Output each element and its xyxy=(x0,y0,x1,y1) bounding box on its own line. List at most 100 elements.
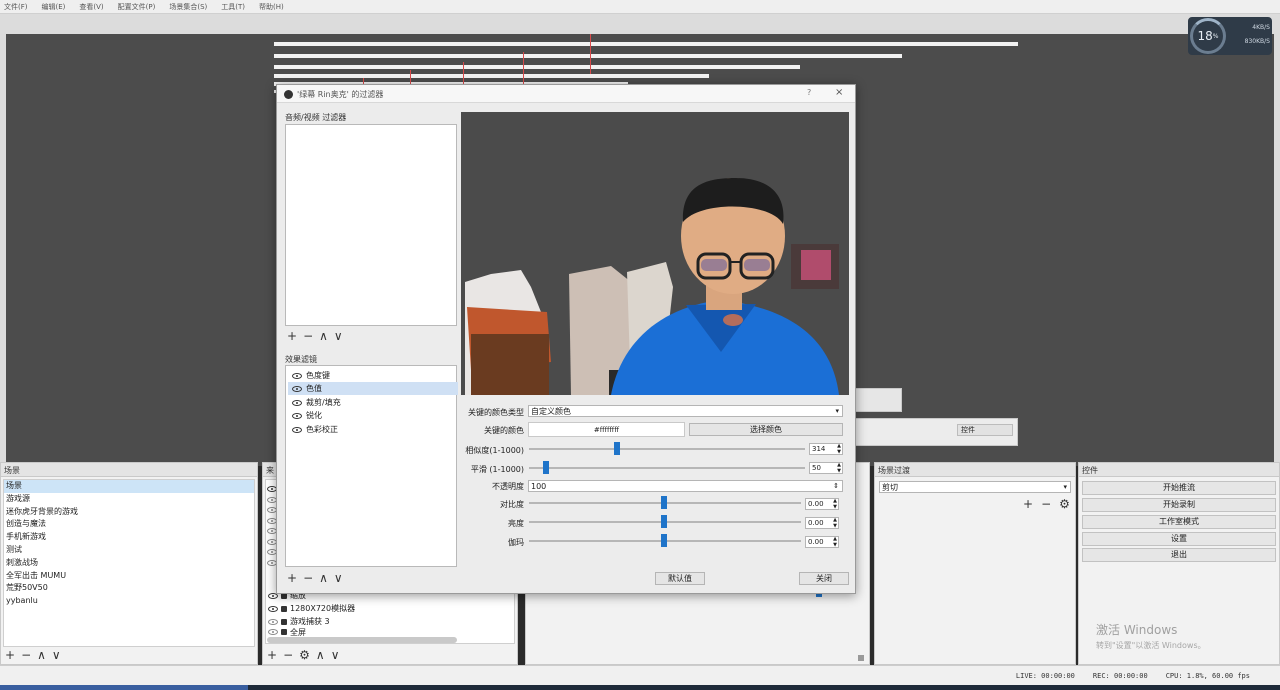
filter-item[interactable]: 裁剪/填充 xyxy=(288,396,458,409)
visibility-eye-icon[interactable] xyxy=(292,385,302,392)
menu-profile[interactable]: 配置文件(P) xyxy=(118,2,156,12)
smoothness-slider-track[interactable] xyxy=(529,467,805,469)
similarity-value: 314 xyxy=(812,445,826,453)
similarity-spinbox[interactable]: 314 ▲ ▼ xyxy=(809,443,843,455)
filter-item[interactable]: 色彩校正 xyxy=(288,423,458,436)
horizontal-scrollbar[interactable] xyxy=(267,637,457,643)
menu-edit[interactable]: 编辑(E) xyxy=(42,2,66,12)
visibility-eye-icon[interactable] xyxy=(292,426,302,433)
filter-item[interactable]: 锐化 xyxy=(288,409,458,422)
scene-item[interactable]: 手机新游戏 xyxy=(4,531,254,544)
settings-button[interactable]: 设置 xyxy=(1082,532,1276,546)
scene-item[interactable]: yybanlu xyxy=(4,595,254,608)
transition-select[interactable]: 剪切 ▾ xyxy=(879,481,1071,493)
brightness-slider-thumb[interactable] xyxy=(661,515,667,528)
close-button[interactable]: 关闭 xyxy=(799,572,849,585)
visibility-eye-icon[interactable] xyxy=(292,399,302,406)
visibility-eye-icon[interactable] xyxy=(268,629,278,635)
scene-item[interactable]: 全军出击 MUMU xyxy=(4,570,254,583)
filter-item[interactable]: 色度键 xyxy=(288,369,458,382)
visibility-eye-icon[interactable] xyxy=(292,412,302,419)
opacity-spinbox[interactable]: 100 ⇕ xyxy=(528,480,843,492)
select-color-button[interactable]: 选择颜色 xyxy=(689,423,843,436)
gamma-slider-thumb[interactable] xyxy=(661,534,667,547)
spin-arrows-icon[interactable]: ▲ ▼ xyxy=(837,462,841,474)
menu-tools[interactable]: 工具(T) xyxy=(221,2,245,12)
spin-arrows-icon[interactable]: ▲ ▼ xyxy=(833,517,837,529)
lock-icon[interactable] xyxy=(281,618,287,625)
menu-scene-collection[interactable]: 场景集合(S) xyxy=(169,2,207,12)
add-icon[interactable]: + xyxy=(287,329,297,343)
gamma-value: 0.00 xyxy=(808,538,824,546)
scene-item[interactable]: 测试 xyxy=(4,544,254,557)
performance-hud: 18% 4KB/S 830KB/S xyxy=(1188,17,1272,55)
scene-item[interactable]: 创造与魔法 xyxy=(4,518,254,531)
remove-icon[interactable]: − xyxy=(1041,497,1051,511)
smoothness-slider-thumb[interactable] xyxy=(542,461,549,474)
move-down-icon[interactable]: ∨ xyxy=(331,648,340,662)
move-up-icon[interactable]: ∧ xyxy=(319,329,328,343)
contrast-label: 对比度 xyxy=(500,500,524,509)
start-recording-button[interactable]: 开始录制 xyxy=(1082,498,1276,512)
source-row[interactable]: 全屏 xyxy=(268,628,306,636)
start-streaming-button[interactable]: 开始推流 xyxy=(1082,481,1276,495)
audio-video-filters-list[interactable] xyxy=(285,124,457,326)
taskbar-active-item[interactable] xyxy=(0,685,248,690)
spin-arrows-icon[interactable]: ⇕ xyxy=(833,481,839,492)
filter-item[interactable]: 色值 xyxy=(288,382,458,395)
visibility-eye-icon[interactable] xyxy=(292,372,302,379)
similarity-slider-track[interactable] xyxy=(529,448,805,450)
help-icon[interactable]: ? xyxy=(807,88,811,97)
visibility-eye-icon[interactable] xyxy=(268,605,278,612)
gamma-spinbox[interactable]: 0.00 ▲ ▼ xyxy=(805,536,839,548)
move-down-icon[interactable]: ∨ xyxy=(334,571,343,585)
source-row[interactable]: 1280X720模拟器 xyxy=(268,602,355,615)
move-up-icon[interactable]: ∧ xyxy=(319,571,328,585)
contrast-slider-thumb[interactable] xyxy=(661,496,667,509)
smoothness-spinbox[interactable]: 50 ▲ ▼ xyxy=(809,462,843,474)
menu-help[interactable]: 帮助(H) xyxy=(259,2,284,12)
lock-icon[interactable] xyxy=(281,629,287,635)
brightness-label: 亮度 xyxy=(508,519,524,528)
move-up-icon[interactable]: ∧ xyxy=(316,648,325,662)
download-rate: 830KB/S xyxy=(1244,38,1270,45)
gear-icon[interactable]: ⚙ xyxy=(299,648,310,662)
add-icon[interactable]: + xyxy=(1023,497,1033,511)
gear-icon[interactable]: ⚙ xyxy=(1059,497,1070,511)
defaults-button[interactable]: 默认值 xyxy=(655,572,705,585)
key-color-type-select[interactable]: 自定义颜色 ▾ xyxy=(528,405,843,417)
brightness-spinbox[interactable]: 0.00 ▲ ▼ xyxy=(805,517,839,529)
menu-view[interactable]: 查看(V) xyxy=(79,2,103,12)
studio-mode-button[interactable]: 工作室模式 xyxy=(1082,515,1276,529)
visibility-eye-icon[interactable] xyxy=(268,618,278,625)
similarity-slider-thumb[interactable] xyxy=(613,442,620,455)
lock-icon[interactable] xyxy=(281,605,287,612)
scene-item[interactable]: 游戏源 xyxy=(4,493,254,506)
move-up-icon[interactable]: ∧ xyxy=(37,648,46,662)
spin-arrows-icon[interactable]: ▲ ▼ xyxy=(833,498,837,510)
scene-item[interactable]: 刺激战场 xyxy=(4,557,254,570)
source-row[interactable]: 游戏捕获 3 xyxy=(268,615,330,628)
remove-icon[interactable]: − xyxy=(303,571,313,585)
mixer-scroll-handle[interactable] xyxy=(858,655,864,661)
move-down-icon[interactable]: ∨ xyxy=(52,648,61,662)
add-icon[interactable]: + xyxy=(267,648,277,662)
scene-item[interactable]: 场景 xyxy=(4,480,254,493)
move-down-icon[interactable]: ∨ xyxy=(334,329,343,343)
opacity-value: 100 xyxy=(531,482,547,491)
scene-item[interactable]: 荒野50V50 xyxy=(4,582,254,595)
remove-icon[interactable]: − xyxy=(283,648,293,662)
remove-icon[interactable]: − xyxy=(303,329,313,343)
dialog-titlebar: '绿幕 Rin奥克' 的过滤器 ? × xyxy=(277,85,855,103)
contrast-spinbox[interactable]: 0.00 ▲ ▼ xyxy=(805,498,839,510)
scene-item[interactable]: 迷你虎牙背景的游戏 xyxy=(4,506,254,519)
effect-filters-label: 效果滤镜 xyxy=(285,355,317,364)
exit-button[interactable]: 退出 xyxy=(1082,548,1276,562)
menu-file[interactable]: 文件(F) xyxy=(4,2,28,12)
remove-icon[interactable]: − xyxy=(21,648,31,662)
spin-arrows-icon[interactable]: ▲ ▼ xyxy=(837,443,841,455)
add-icon[interactable]: + xyxy=(287,571,297,585)
add-icon[interactable]: + xyxy=(5,648,15,662)
spin-arrows-icon[interactable]: ▲ ▼ xyxy=(833,536,837,548)
close-icon[interactable]: × xyxy=(835,87,843,98)
